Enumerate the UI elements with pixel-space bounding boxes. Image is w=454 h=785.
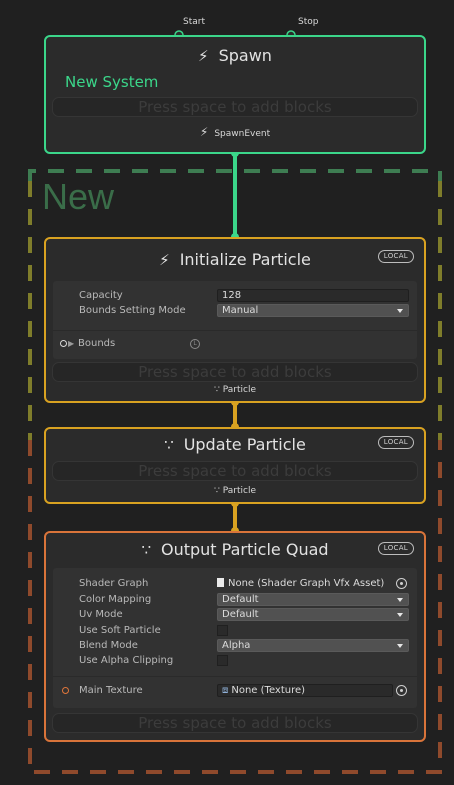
alpha-clipping-row: Use Alpha Clipping bbox=[53, 654, 417, 668]
alpha-clipping-checkbox[interactable] bbox=[217, 655, 228, 666]
capacity-row: Capacity 128 bbox=[53, 289, 417, 303]
shader-graph-value: None (Shader Graph Vfx Asset) bbox=[228, 578, 385, 589]
output-context[interactable]: ∵ Output Particle Quad LOCAL Shader Graph… bbox=[44, 531, 426, 742]
stop-label: Stop bbox=[298, 17, 319, 27]
blend-mode-row: Blend Mode Alpha bbox=[53, 639, 417, 653]
initialize-title: ⚡ Initialize Particle bbox=[46, 250, 424, 269]
space-badge[interactable]: LOCAL bbox=[377, 542, 414, 555]
main-texture-value: None (Texture) bbox=[231, 685, 306, 696]
blend-mode-dropdown[interactable]: Alpha bbox=[217, 639, 409, 652]
bounds-mode-value: Manual bbox=[222, 305, 259, 316]
blend-mode-value: Alpha bbox=[222, 640, 251, 651]
update-output-label: Particle bbox=[222, 486, 256, 496]
divider bbox=[53, 330, 417, 331]
uv-mode-value: Default bbox=[222, 609, 259, 620]
particle-icon: ∵ bbox=[164, 436, 174, 454]
chevron-down-icon bbox=[397, 598, 403, 602]
update-context[interactable]: ∵ Update Particle LOCAL Press space to ad… bbox=[44, 427, 426, 504]
output-settings-block[interactable]: Shader Graph None (Shader Graph Vfx Asse… bbox=[53, 568, 417, 708]
texture-icon: ⧈ bbox=[222, 685, 229, 696]
shader-graph-field[interactable]: None (Shader Graph Vfx Asset) bbox=[217, 577, 393, 591]
local-space-icon[interactable]: L bbox=[190, 339, 200, 349]
group-title[interactable]: New bbox=[42, 176, 114, 218]
spawn-title: ⚡ Spawn bbox=[46, 46, 424, 65]
main-texture-row: Main Texture ⧈ None (Texture) bbox=[53, 684, 417, 698]
output-dropzone[interactable]: Press space to add blocks bbox=[52, 713, 418, 733]
color-mapping-label: Color Mapping bbox=[79, 594, 152, 605]
blend-mode-label: Blend Mode bbox=[79, 640, 138, 651]
lightning-icon: ⚡ bbox=[198, 47, 209, 65]
uv-mode-row: Uv Mode Default bbox=[53, 608, 417, 622]
expand-arrow-icon[interactable]: ▶ bbox=[68, 337, 74, 351]
system-name[interactable]: New System bbox=[65, 73, 158, 91]
bounds-port[interactable] bbox=[60, 340, 67, 347]
initialize-title-text: Initialize Particle bbox=[179, 250, 311, 269]
particle-icon: ∵ bbox=[214, 385, 220, 395]
spawn-context[interactable]: ⚡ Spawn New System Press space to add blo… bbox=[44, 35, 426, 154]
output-title: ∵ Output Particle Quad bbox=[46, 540, 424, 559]
spawn-event-label: SpawnEvent bbox=[214, 129, 271, 139]
update-title-text: Update Particle bbox=[183, 435, 306, 454]
output-title-text: Output Particle Quad bbox=[160, 540, 329, 559]
color-mapping-value: Default bbox=[222, 594, 259, 605]
update-dropzone[interactable]: Press space to add blocks bbox=[52, 461, 418, 481]
init-output-label: Particle bbox=[222, 385, 256, 395]
particle-icon: ∵ bbox=[214, 486, 220, 496]
bounds-mode-label: Bounds Setting Mode bbox=[79, 305, 186, 316]
lightning-icon: ⚡ bbox=[199, 125, 209, 139]
init-settings-block[interactable]: Capacity 128 Bounds Setting Mode Manual … bbox=[53, 281, 417, 359]
lightning-icon: ⚡ bbox=[159, 251, 170, 269]
chevron-down-icon bbox=[397, 309, 403, 313]
init-output-slot[interactable]: ∵ Particle bbox=[46, 385, 424, 395]
spawn-dropzone[interactable]: Press space to add blocks bbox=[52, 97, 418, 117]
uv-mode-label: Uv Mode bbox=[79, 609, 123, 620]
space-badge[interactable]: LOCAL bbox=[377, 436, 414, 449]
bounds-mode-row: Bounds Setting Mode Manual bbox=[53, 304, 417, 318]
start-label: Start bbox=[183, 17, 205, 27]
color-mapping-row: Color Mapping Default bbox=[53, 593, 417, 607]
capacity-field[interactable]: 128 bbox=[217, 289, 409, 302]
init-dropzone[interactable]: Press space to add blocks bbox=[52, 362, 418, 382]
object-picker-icon[interactable] bbox=[396, 685, 407, 696]
document-icon bbox=[217, 578, 224, 587]
main-texture-field[interactable]: ⧈ None (Texture) bbox=[217, 684, 393, 697]
chevron-down-icon bbox=[397, 613, 403, 617]
bounds-label: Bounds bbox=[78, 338, 116, 349]
color-mapping-dropdown[interactable]: Default bbox=[217, 593, 409, 606]
spawn-event-slot[interactable]: ⚡ SpawnEvent bbox=[46, 125, 424, 139]
main-texture-port[interactable] bbox=[62, 687, 69, 694]
initialize-context[interactable]: ⚡ Initialize Particle LOCAL Capacity 128 … bbox=[44, 237, 426, 403]
update-title: ∵ Update Particle bbox=[46, 435, 424, 454]
bounds-mode-dropdown[interactable]: Manual bbox=[217, 304, 409, 317]
shader-graph-row: Shader Graph None (Shader Graph Vfx Asse… bbox=[53, 577, 417, 591]
spawn-title-text: Spawn bbox=[218, 46, 272, 65]
bounds-row[interactable]: ▶ Bounds L bbox=[53, 337, 417, 351]
alpha-clipping-label: Use Alpha Clipping bbox=[79, 655, 174, 666]
main-texture-label: Main Texture bbox=[79, 685, 143, 696]
soft-particle-checkbox[interactable] bbox=[217, 625, 228, 636]
capacity-label: Capacity bbox=[79, 290, 123, 301]
chevron-down-icon bbox=[397, 644, 403, 648]
space-badge[interactable]: LOCAL bbox=[377, 250, 414, 263]
soft-particle-row: Use Soft Particle bbox=[53, 624, 417, 638]
update-output-slot[interactable]: ∵ Particle bbox=[46, 486, 424, 496]
uv-mode-dropdown[interactable]: Default bbox=[217, 608, 409, 621]
particle-icon: ∵ bbox=[141, 541, 151, 559]
soft-particle-label: Use Soft Particle bbox=[79, 625, 161, 636]
divider bbox=[53, 676, 417, 677]
shader-graph-label: Shader Graph bbox=[79, 578, 149, 589]
object-picker-icon[interactable] bbox=[396, 578, 407, 589]
